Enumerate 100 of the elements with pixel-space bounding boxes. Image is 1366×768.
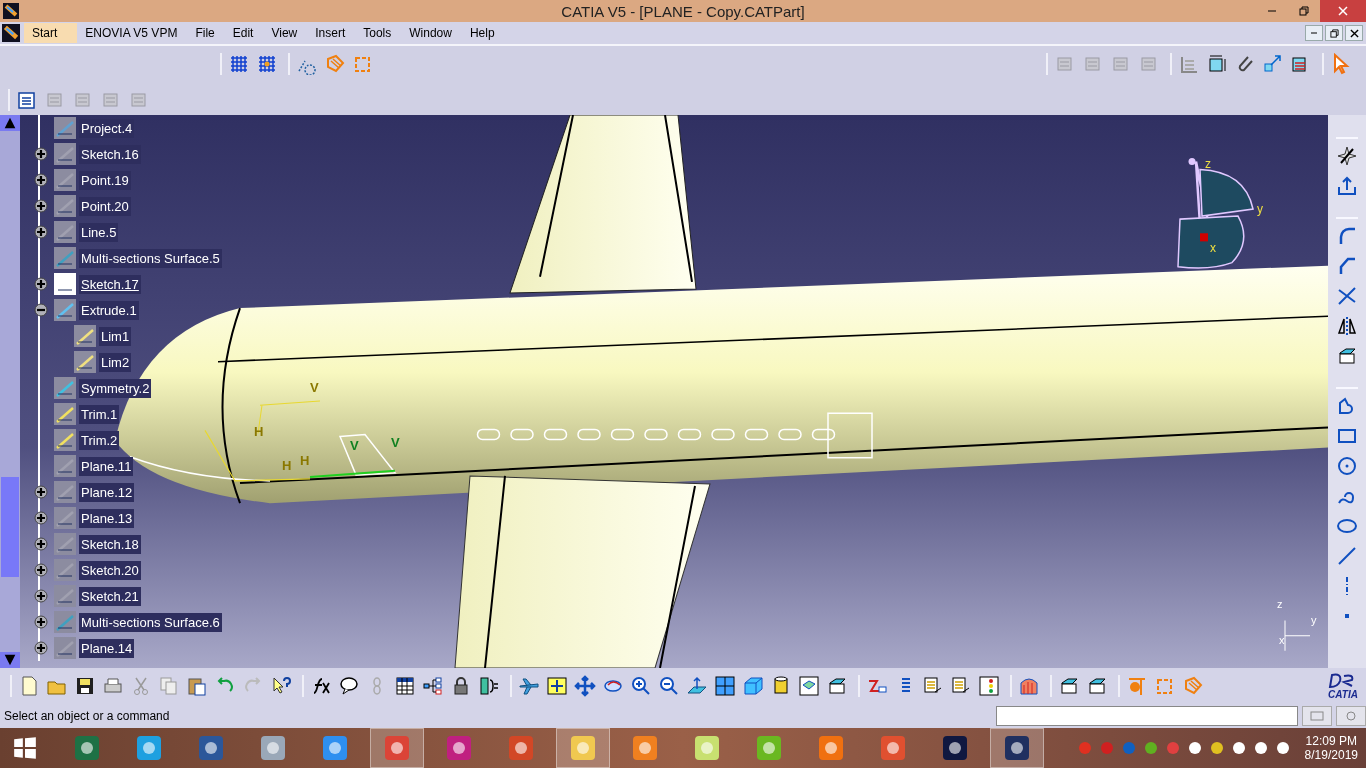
properties-icon[interactable] (16, 89, 38, 111)
tree-node-label[interactable]: Multi-sections Surface.5 (79, 248, 222, 268)
stamp-icon[interactable] (826, 675, 848, 697)
tree-node-label[interactable]: Trim.1 (79, 404, 120, 424)
taskbar-app-button[interactable] (990, 728, 1044, 768)
taskbar-app-button[interactable] (556, 728, 610, 768)
close-button[interactable] (1345, 25, 1363, 41)
save-icon[interactable] (74, 675, 96, 697)
tree-node-label[interactable]: Sketch.16 (79, 144, 141, 164)
zoom-out-icon[interactable] (658, 675, 680, 697)
expand-toggle-icon[interactable] (34, 225, 48, 239)
tree-node-label[interactable]: Point.20 (79, 196, 131, 216)
tray-icon[interactable] (1274, 740, 1291, 756)
tree-node-label[interactable]: Sketch.21 (79, 586, 141, 606)
expand-toggle-icon[interactable] (34, 589, 48, 603)
menu-item[interactable]: Edit (224, 23, 264, 43)
menu-item[interactable]: View (263, 23, 308, 43)
minimize-button[interactable] (1305, 25, 1323, 41)
expand-toggle-icon[interactable] (34, 485, 48, 499)
scroll-down-icon[interactable] (0, 652, 20, 668)
feature-icon[interactable] (53, 428, 77, 452)
scroll-up-icon[interactable] (0, 115, 20, 131)
expand-toggle-icon[interactable] (34, 303, 48, 317)
tree-node-label[interactable]: Plane.14 (79, 638, 135, 658)
grid-icon[interactable] (256, 53, 278, 75)
expand-toggle-icon[interactable] (34, 173, 48, 187)
stamp-icon[interactable] (1058, 675, 1080, 697)
speech-bubble-icon[interactable] (338, 675, 360, 697)
mirror-icon[interactable] (1336, 315, 1358, 337)
tree-node-label[interactable]: Extrude.1 (79, 300, 139, 320)
tree-node-label[interactable]: Lim2 (99, 352, 132, 372)
feature-icon[interactable] (53, 402, 77, 426)
paste-icon[interactable] (186, 675, 208, 697)
tree-node-label[interactable]: Trim.2 (79, 430, 120, 450)
normal-view-icon[interactable] (686, 675, 708, 697)
menu-item[interactable]: ENOVIA V5 VPM (77, 23, 188, 43)
tree-node-label[interactable]: Symmetry.2 (79, 378, 152, 398)
command-input-field[interactable] (996, 706, 1298, 726)
restore-button[interactable] (1325, 25, 1343, 41)
windows-start-icon[interactable] (12, 735, 38, 761)
stamp-icon[interactable] (1086, 675, 1108, 697)
surface-analysis-icon[interactable] (1018, 675, 1040, 697)
menu-item[interactable]: Tools (355, 23, 402, 43)
tree-node-label[interactable]: Sketch.18 (79, 534, 141, 554)
tree-node-label[interactable]: Sketch.17 (79, 274, 141, 294)
pan-arrows-icon[interactable] (574, 675, 596, 697)
grid-icon[interactable] (228, 53, 250, 75)
tree-node-label[interactable]: Sketch.20 (79, 560, 141, 580)
clock-time[interactable]: 12:09 PM (1305, 734, 1357, 748)
menu-item[interactable]: File (187, 23, 225, 43)
quad-view-icon[interactable] (714, 675, 736, 697)
expand-toggle-icon[interactable] (34, 641, 48, 655)
table-icon[interactable] (394, 675, 416, 697)
scroll-thumb[interactable] (1, 477, 19, 577)
expand-toggle-icon[interactable] (34, 615, 48, 629)
tray-icon[interactable] (1208, 740, 1225, 756)
expand-toggle-icon[interactable] (34, 537, 48, 551)
menu-item[interactable]: Start (24, 23, 78, 43)
feature-icon[interactable] (53, 142, 77, 166)
zoom-in-icon[interactable] (630, 675, 652, 697)
clock-date[interactable]: 8/19/2019 (1304, 748, 1358, 762)
feature-icon[interactable] (53, 116, 77, 140)
compass-icon[interactable] (1336, 145, 1358, 167)
tray-icon[interactable] (1186, 740, 1203, 756)
feature-icon[interactable] (53, 376, 77, 400)
stamp-icon[interactable] (1336, 345, 1358, 367)
expand-toggle-icon[interactable] (34, 563, 48, 577)
tree-node-label[interactable]: Project.4 (79, 118, 135, 138)
export-icon[interactable] (1336, 175, 1358, 197)
tray-icon[interactable] (1252, 740, 1269, 756)
shaded-box-icon[interactable] (798, 675, 820, 697)
fit-all-icon[interactable] (546, 675, 568, 697)
line-icon[interactable] (1336, 545, 1358, 567)
scrollbar[interactable] (0, 115, 20, 668)
menu-item[interactable]: Window (401, 23, 462, 43)
traffic-light-icon[interactable] (978, 675, 1000, 697)
tree-node-label[interactable]: Multi-sections Surface.6 (79, 612, 222, 632)
tree-node-label[interactable]: Line.5 (79, 222, 119, 242)
tree-node-label[interactable]: Plane.12 (79, 482, 135, 502)
expand-toggle-icon[interactable] (34, 277, 48, 291)
tree-node-label[interactable]: Plane.13 (79, 508, 135, 528)
expand-toggle-icon[interactable] (34, 199, 48, 213)
expand-toggle-icon[interactable] (34, 147, 48, 161)
catia-logo-icon[interactable] (2, 24, 20, 42)
tree-node-label[interactable]: Lim1 (99, 326, 132, 346)
menu-item[interactable]: Help (461, 23, 505, 43)
dimension-box-icon[interactable] (1206, 53, 1228, 75)
resize-icon[interactable] (1262, 53, 1284, 75)
hierarchy-icon[interactable] (422, 675, 444, 697)
feature-icon[interactable] (53, 272, 77, 296)
circle-icon[interactable] (1336, 455, 1358, 477)
feature-icon[interactable] (53, 168, 77, 192)
expand-toggle-icon[interactable] (34, 511, 48, 525)
parameters-icon[interactable] (478, 675, 500, 697)
tray-icon[interactable] (1230, 740, 1247, 756)
menu-item[interactable]: Insert (307, 23, 356, 43)
tree-node-label[interactable]: Plane.11 (79, 456, 134, 476)
feature-icon[interactable] (53, 194, 77, 218)
feature-icon[interactable] (53, 220, 77, 244)
trim-icon[interactable] (1336, 285, 1358, 307)
